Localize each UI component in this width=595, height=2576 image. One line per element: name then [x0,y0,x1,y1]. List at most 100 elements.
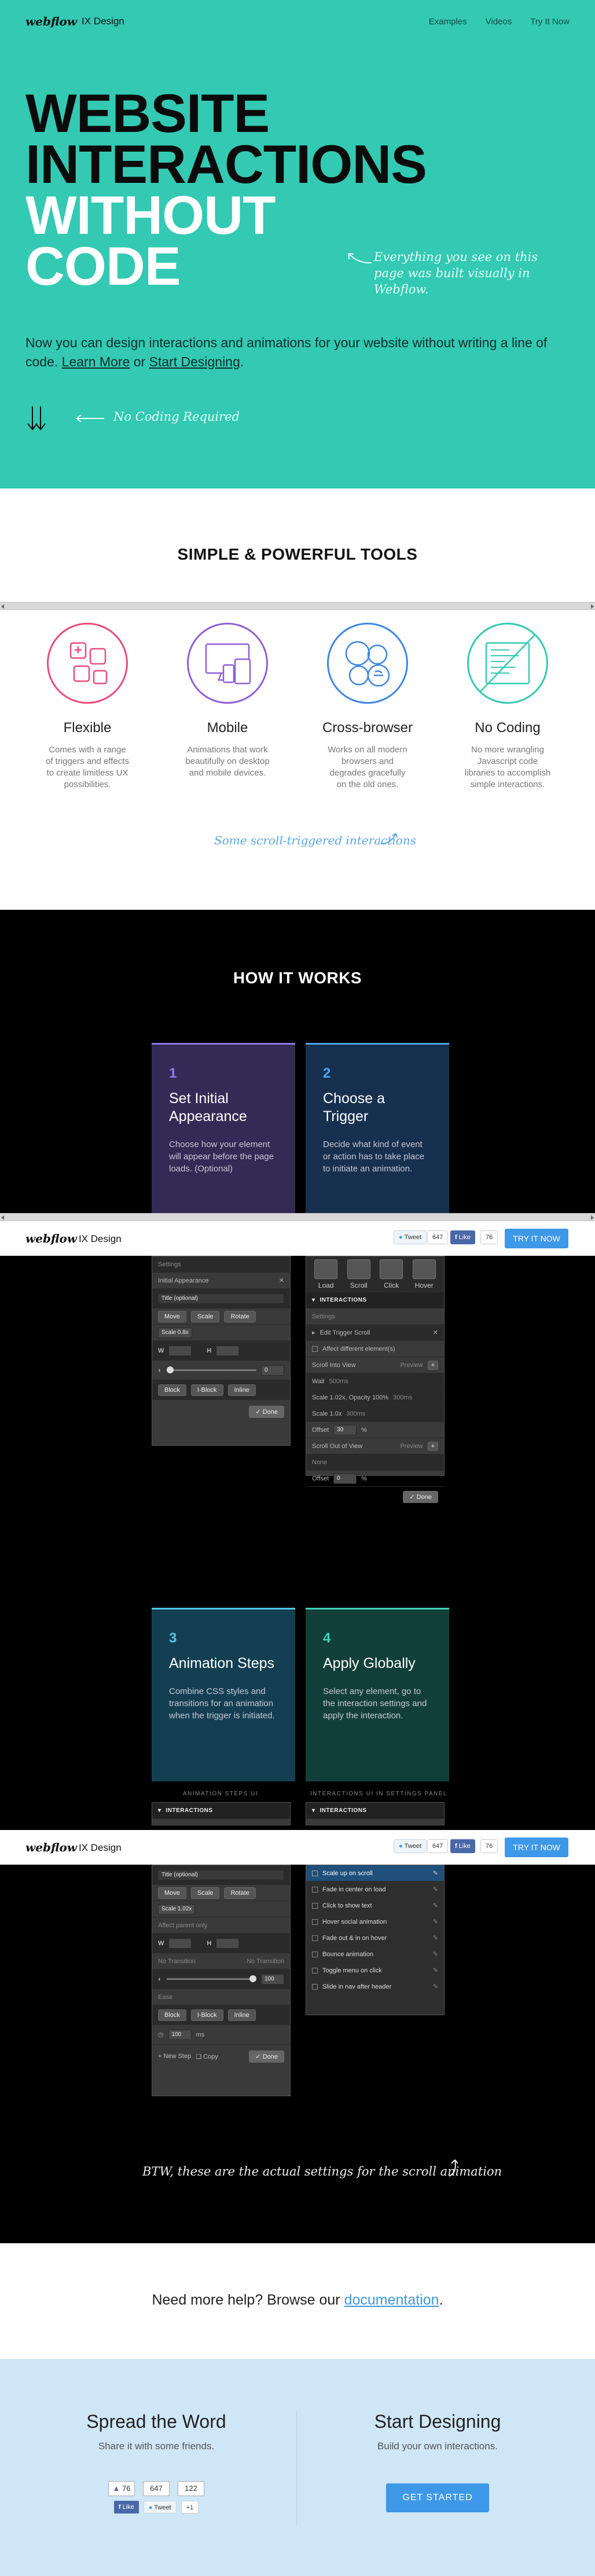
panel-row: Scroll Into View Preview + [306,1357,444,1373]
checkbox[interactable] [312,1935,318,1941]
documentation-link[interactable]: documentation [344,2292,439,2308]
edit-icon[interactable]: ✎ [433,1869,438,1877]
like-button[interactable]: f Like [113,2501,139,2513]
step-row[interactable]: Scale 1.02x, Opacity 100% 300ms [306,1390,444,1406]
close-icon[interactable]: ✕ [433,1329,438,1336]
preview-label[interactable]: Preview [400,1362,423,1369]
scale-button[interactable]: Scale [190,1887,220,1899]
nav-link-examples[interactable]: Examples [429,17,467,27]
inline-button[interactable]: Inline [227,2009,256,2021]
trigger-hover[interactable]: Hover [411,1259,438,1289]
interaction-item[interactable]: Bounce animation ✎ [306,1946,444,1963]
like-button[interactable]: f Like [450,1230,475,1244]
preview-label[interactable]: Preview [400,1443,423,1450]
trigger-load[interactable]: Load [313,1259,339,1289]
checkbox[interactable] [312,1919,318,1925]
add-icon[interactable]: + [427,1441,438,1451]
new-step-button[interactable]: + New Step [158,2053,191,2060]
width-field[interactable] [168,1345,192,1356]
trigger-scroll[interactable]: Scroll [346,1259,372,1289]
scale-value[interactable]: Scale 1.02x [158,1903,196,1914]
interaction-item[interactable]: Click to show text ✎ [306,1898,444,1914]
opacity-slider[interactable] [166,1366,256,1373]
panel-row: ◐ 0 [152,1361,290,1380]
checkbox[interactable] [312,1886,318,1893]
slider-knob[interactable] [166,1366,174,1373]
checkbox[interactable] [312,1902,318,1909]
interaction-item[interactable]: Toggle menu on click ✎ [306,1963,444,1979]
checkbox[interactable] [312,1346,318,1352]
step-row[interactable]: Scale 1.0x 300ms [306,1406,444,1422]
delay-field[interactable]: 100 [168,2029,192,2040]
get-started-button[interactable]: GET STARTED [386,2483,489,2512]
done-button[interactable]: ✓ Done [249,2050,284,2063]
checkbox[interactable] [312,1951,318,1957]
panel-row: Block I-Block Inline [152,1380,290,1400]
edit-icon[interactable]: ✎ [433,1902,438,1909]
add-icon[interactable]: + [427,1360,438,1370]
learn-more-link[interactable]: Learn More [62,354,130,369]
offset-field[interactable]: 30 [333,1424,357,1435]
checkbox[interactable] [312,1870,318,1876]
start-designing-link[interactable]: Start Designing [149,354,240,369]
brand-logo[interactable]: webflow [25,1840,77,1854]
interaction-item[interactable]: Fade out & in on hover ✎ [306,1930,444,1946]
done-button[interactable]: ✓ Done [403,1490,438,1503]
curved-arrow-icon [449,2159,458,2177]
slider-knob[interactable] [249,1975,256,1982]
opacity-slider[interactable] [166,1975,256,1982]
try-it-now-button[interactable]: TRY IT NOW [505,1229,568,1248]
move-button[interactable]: Move [158,1887,186,1899]
step-row[interactable]: Wait 500ms [306,1373,444,1390]
inline-button[interactable]: Inline [227,1384,256,1396]
nav-link-videos[interactable]: Videos [486,17,512,27]
iblock-button[interactable]: I-Block [190,1384,223,1396]
panel-row: No Transition No Transition [152,1953,290,1969]
checkbox[interactable] [312,1967,318,1974]
move-button[interactable]: Move [158,1310,186,1322]
trigger-click[interactable]: Click [378,1259,405,1289]
interaction-item[interactable]: Slide in nav after header ✎ [306,1979,444,1995]
iblock-button[interactable]: I-Block [190,2009,223,2021]
offset-field[interactable]: 0 [333,1473,357,1484]
tweet-button[interactable]: ● Tweet [394,1839,427,1853]
opacity-field[interactable]: 0 [261,1365,284,1376]
share-buttons: f Like ● Tweet +1 [41,2501,272,2513]
class-field[interactable]: Title (optional) [158,1293,284,1304]
tweet-button[interactable]: ● Tweet [394,1230,427,1244]
nav-link-try[interactable]: Try It Now [530,17,570,27]
interaction-item[interactable]: Hover social animation ✎ [306,1914,444,1930]
clock-icon: ◷ [158,2031,164,2038]
block-button[interactable]: Block [158,2009,186,2021]
rotate-button[interactable]: Rotate [224,1310,256,1322]
width-field[interactable] [168,1938,192,1949]
block-button[interactable]: Block [158,1384,186,1396]
scale-button[interactable]: Scale [190,1310,220,1322]
plus-one-button[interactable]: +1 [181,2501,199,2513]
tool-title: Mobile [207,720,248,736]
try-it-now-button[interactable]: TRY IT NOW [505,1838,568,1857]
class-field[interactable]: Title (optional) [158,1869,284,1880]
edit-icon[interactable]: ✎ [433,1950,438,1958]
close-icon[interactable]: ✕ [279,1277,284,1284]
edit-icon[interactable]: ✎ [433,1934,438,1942]
edit-icon[interactable]: ✎ [433,1983,438,1990]
edit-icon[interactable]: ✎ [433,1918,438,1925]
interaction-item[interactable]: Scale up on scroll ✎ [306,1865,444,1882]
tweet-button[interactable]: ● Tweet [143,2501,177,2513]
brand-logo[interactable]: webflow [25,1232,77,1245]
opacity-field[interactable]: 100 [261,1974,284,1985]
brand-logo[interactable]: webflow [25,14,77,28]
rotate-button[interactable]: Rotate [224,1887,256,1899]
height-field[interactable] [216,1938,240,1949]
done-button[interactable]: ✓ Done [249,1405,284,1418]
checkbox[interactable] [312,1983,318,1990]
height-field[interactable] [216,1345,240,1356]
edit-icon[interactable]: ✎ [433,1886,438,1893]
scale-value[interactable]: Scale 0.8x [158,1327,192,1338]
interaction-item[interactable]: Fade in center on load ✎ [306,1882,444,1898]
down-arrows-icon[interactable] [25,405,49,433]
edit-icon[interactable]: ✎ [433,1967,438,1974]
copy-button[interactable]: ❏ Copy [196,2053,218,2060]
like-button[interactable]: f Like [450,1839,475,1853]
